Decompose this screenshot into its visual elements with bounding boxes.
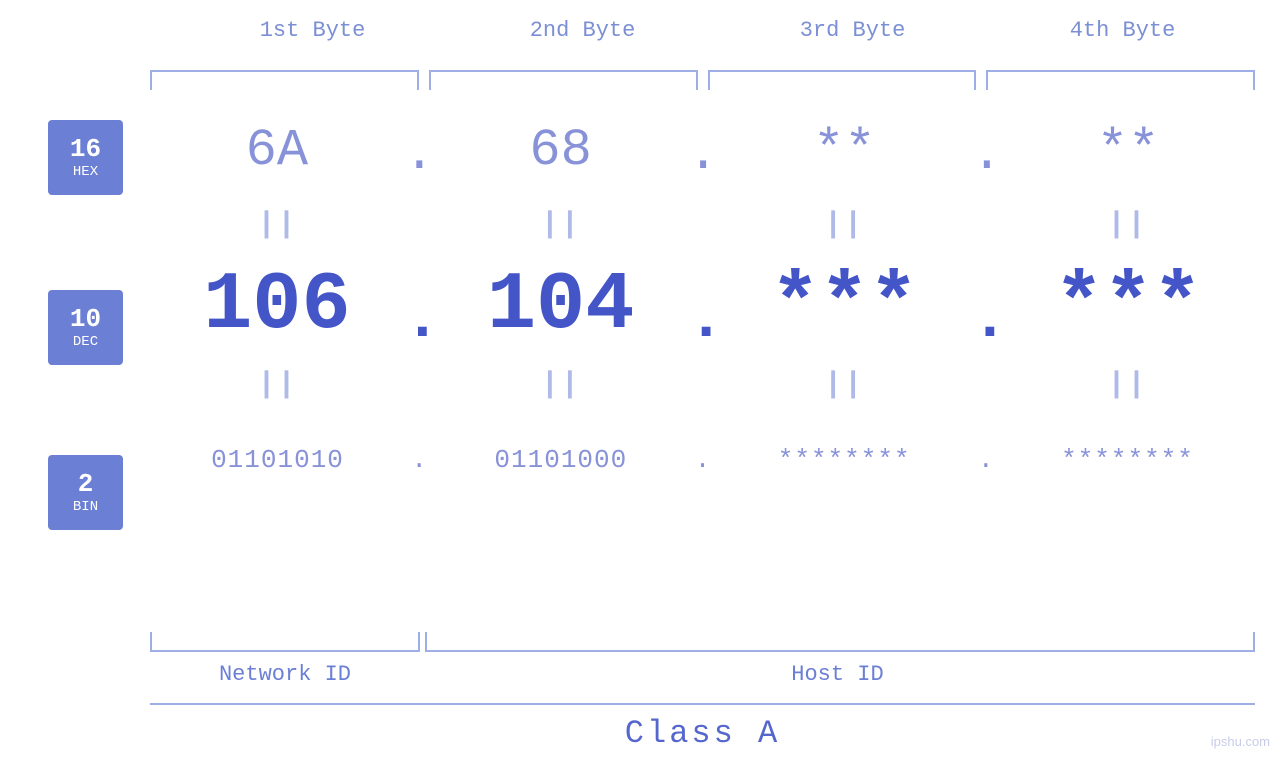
eq1-cell1: ||	[150, 208, 405, 242]
class-label: Class A	[150, 715, 1255, 752]
bin-dot-2: .	[688, 447, 716, 473]
dec-value-3: ***	[718, 259, 972, 352]
eq2-cell3: ||	[717, 368, 972, 402]
eq2-cell4: ||	[1000, 368, 1255, 402]
hex-value-2: 68	[434, 121, 688, 180]
hex-dot-2: .	[688, 129, 718, 181]
dec-cell-1: 106	[150, 259, 404, 352]
eq2-cell1: ||	[150, 368, 405, 402]
eq2-4: ||	[1107, 368, 1147, 402]
hex-cell-1: 6A	[150, 121, 404, 180]
hex-cell-3: **	[718, 121, 972, 180]
hex-value-1: 6A	[150, 121, 404, 180]
bin-base-label: BIN	[73, 499, 98, 515]
dec-value-4: ***	[1001, 259, 1255, 352]
network-id-label: Network ID	[150, 662, 420, 687]
eq1-cell2: ||	[433, 208, 688, 242]
bin-cell-4: ********	[1000, 445, 1255, 475]
bin-value-4: ********	[1000, 445, 1255, 475]
bin-base-number: 2	[78, 471, 94, 497]
bracket-host	[425, 632, 1255, 652]
hex-base-label: HEX	[73, 164, 98, 180]
dec-value-1: 106	[150, 259, 404, 352]
bracket-network	[150, 632, 420, 652]
dec-cell-3: ***	[718, 259, 972, 352]
eq2-3: ||	[824, 368, 864, 402]
class-section: Class A	[150, 703, 1255, 752]
eq2-cell2: ||	[433, 368, 688, 402]
hex-base-number: 16	[70, 136, 101, 162]
hex-badge: 16 HEX	[48, 120, 123, 195]
hex-cell-4: **	[1001, 121, 1255, 180]
dec-dot-1: .	[404, 289, 434, 351]
bracket-byte3	[708, 70, 977, 90]
byte1-header: 1st Byte	[178, 18, 448, 43]
bin-row: 01101010 . 01101000 . ******** . *******…	[150, 410, 1255, 510]
bottom-section: Network ID Host ID	[150, 632, 1255, 687]
eq2-1: ||	[257, 368, 297, 402]
bottom-brackets	[150, 632, 1255, 652]
eq1-3: ||	[824, 208, 864, 242]
dec-dot-2: .	[688, 289, 718, 351]
bin-cell-2: 01101000	[433, 445, 688, 475]
dec-dot-3: .	[971, 289, 1001, 351]
class-line	[150, 703, 1255, 705]
dec-badge: 10 DEC	[48, 290, 123, 365]
dec-base-number: 10	[70, 306, 101, 332]
bin-badge: 2 BIN	[48, 455, 123, 530]
eq1-2: ||	[541, 208, 581, 242]
hex-dot-3: .	[971, 129, 1001, 181]
eq1-4: ||	[1107, 208, 1147, 242]
bottom-labels: Network ID Host ID	[150, 662, 1255, 687]
bin-cell-3: ********	[717, 445, 972, 475]
bin-dot-1: .	[405, 447, 433, 473]
byte4-header: 4th Byte	[988, 18, 1258, 43]
top-brackets	[150, 70, 1255, 90]
bin-value-3: ********	[717, 445, 972, 475]
bracket-byte1	[150, 70, 419, 90]
byte2-header: 2nd Byte	[448, 18, 718, 43]
bracket-byte2	[429, 70, 698, 90]
equals-row-2: || || || ||	[150, 360, 1255, 410]
dec-cell-4: ***	[1001, 259, 1255, 352]
eq2-2: ||	[541, 368, 581, 402]
dec-base-label: DEC	[73, 334, 98, 350]
hex-value-4: **	[1001, 121, 1255, 180]
dec-cell-2: 104	[434, 259, 688, 352]
eq1-cell4: ||	[1000, 208, 1255, 242]
byte-headers: 1st Byte 2nd Byte 3rd Byte 4th Byte	[0, 0, 1285, 43]
eq1-cell3: ||	[717, 208, 972, 242]
hex-cell-2: 68	[434, 121, 688, 180]
hex-row: 6A . 68 . ** . **	[150, 100, 1255, 200]
bin-dot-3: .	[972, 447, 1000, 473]
main-grid: 6A . 68 . ** . ** || || || ||	[150, 100, 1255, 510]
byte3-header: 3rd Byte	[718, 18, 988, 43]
bin-value-2: 01101000	[433, 445, 688, 475]
eq1-1: ||	[257, 208, 297, 242]
bin-value-1: 01101010	[150, 445, 405, 475]
host-id-label: Host ID	[420, 662, 1255, 687]
bin-cell-1: 01101010	[150, 445, 405, 475]
dec-value-2: 104	[434, 259, 688, 352]
equals-row-1: || || || ||	[150, 200, 1255, 250]
dec-row: 106 . 104 . *** . ***	[150, 250, 1255, 360]
bracket-byte4	[986, 70, 1255, 90]
hex-value-3: **	[718, 121, 972, 180]
hex-dot-1: .	[404, 129, 434, 181]
watermark: ipshu.com	[1211, 734, 1270, 749]
